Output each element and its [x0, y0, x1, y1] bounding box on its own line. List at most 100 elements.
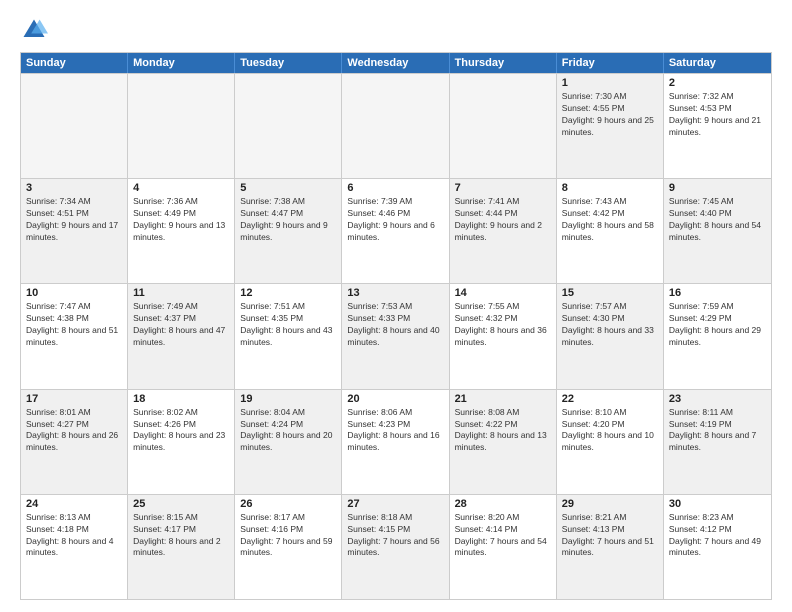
day-number: 29: [562, 498, 658, 510]
calendar-cell: 29 Sunrise: 8:21 AMSunset: 4:13 PMDayligh…: [557, 495, 664, 599]
day-number: 20: [347, 393, 443, 405]
day-number: 16: [669, 287, 766, 299]
day-info: Sunrise: 7:38 AMSunset: 4:47 PMDaylight:…: [240, 196, 336, 244]
calendar-cell: [21, 74, 128, 178]
calendar-cell: 2 Sunrise: 7:32 AMSunset: 4:53 PMDaylight…: [664, 74, 771, 178]
header-day-thursday: Thursday: [450, 53, 557, 73]
calendar-cell: 5 Sunrise: 7:38 AMSunset: 4:47 PMDaylight…: [235, 179, 342, 283]
day-info: Sunrise: 8:01 AMSunset: 4:27 PMDaylight:…: [26, 407, 122, 455]
day-info: Sunrise: 7:34 AMSunset: 4:51 PMDaylight:…: [26, 196, 122, 244]
calendar-cell: 19 Sunrise: 8:04 AMSunset: 4:24 PMDayligh…: [235, 390, 342, 494]
day-info: Sunrise: 7:45 AMSunset: 4:40 PMDaylight:…: [669, 196, 766, 244]
calendar-cell: 13 Sunrise: 7:53 AMSunset: 4:33 PMDayligh…: [342, 284, 449, 388]
day-number: 21: [455, 393, 551, 405]
day-info: Sunrise: 7:41 AMSunset: 4:44 PMDaylight:…: [455, 196, 551, 244]
calendar-cell: 4Sunrise: 7:36 AMSunset: 4:49 PMDaylight…: [128, 179, 235, 283]
day-number: 2: [669, 77, 766, 89]
calendar-cell: 28 Sunrise: 8:20 AMSunset: 4:14 PMDayligh…: [450, 495, 557, 599]
header-day-sunday: Sunday: [21, 53, 128, 73]
header-day-tuesday: Tuesday: [235, 53, 342, 73]
calendar-cell: 9 Sunrise: 7:45 AMSunset: 4:40 PMDaylight…: [664, 179, 771, 283]
calendar-row-4: 24 Sunrise: 8:13 AMSunset: 4:18 PMDayligh…: [21, 494, 771, 599]
calendar-row-1: 3 Sunrise: 7:34 AMSunset: 4:51 PMDaylight…: [21, 178, 771, 283]
calendar-cell: 8 Sunrise: 7:43 AMSunset: 4:42 PMDaylight…: [557, 179, 664, 283]
header-day-saturday: Saturday: [664, 53, 771, 73]
day-info: Sunrise: 8:06 AMSunset: 4:23 PMDaylight:…: [347, 407, 443, 455]
day-number: 25: [133, 498, 229, 510]
logo-icon: [20, 16, 48, 44]
day-info: Sunrise: 8:20 AMSunset: 4:14 PMDaylight:…: [455, 512, 551, 560]
day-number: 10: [26, 287, 122, 299]
calendar-cell: 27 Sunrise: 8:18 AMSunset: 4:15 PMDayligh…: [342, 495, 449, 599]
calendar-body: 1 Sunrise: 7:30 AMSunset: 4:55 PMDaylight…: [21, 73, 771, 599]
day-number: 24: [26, 498, 122, 510]
calendar-cell: 23 Sunrise: 8:11 AMSunset: 4:19 PMDayligh…: [664, 390, 771, 494]
calendar-cell: 22Sunrise: 8:10 AMSunset: 4:20 PMDayligh…: [557, 390, 664, 494]
calendar-cell: [342, 74, 449, 178]
header-day-monday: Monday: [128, 53, 235, 73]
calendar-row-3: 17 Sunrise: 8:01 AMSunset: 4:27 PMDayligh…: [21, 389, 771, 494]
calendar-cell: 26 Sunrise: 8:17 AMSunset: 4:16 PMDayligh…: [235, 495, 342, 599]
day-info: Sunrise: 8:17 AMSunset: 4:16 PMDaylight:…: [240, 512, 336, 560]
calendar-cell: 16 Sunrise: 7:59 AMSunset: 4:29 PMDayligh…: [664, 284, 771, 388]
calendar-cell: 1 Sunrise: 7:30 AMSunset: 4:55 PMDaylight…: [557, 74, 664, 178]
calendar-cell: 15Sunrise: 7:57 AMSunset: 4:30 PMDayligh…: [557, 284, 664, 388]
header-day-wednesday: Wednesday: [342, 53, 449, 73]
calendar-cell: 18 Sunrise: 8:02 AMSunset: 4:26 PMDayligh…: [128, 390, 235, 494]
day-number: 8: [562, 182, 658, 194]
day-number: 1: [562, 77, 658, 89]
day-info: Sunrise: 7:30 AMSunset: 4:55 PMDaylight:…: [562, 91, 658, 139]
day-info: Sunrise: 7:53 AMSunset: 4:33 PMDaylight:…: [347, 301, 443, 349]
day-number: 26: [240, 498, 336, 510]
day-number: 9: [669, 182, 766, 194]
page: SundayMondayTuesdayWednesdayThursdayFrid…: [0, 0, 792, 612]
day-number: 5: [240, 182, 336, 194]
day-number: 28: [455, 498, 551, 510]
day-info: Sunrise: 7:32 AMSunset: 4:53 PMDaylight:…: [669, 91, 766, 139]
calendar-cell: 12Sunrise: 7:51 AMSunset: 4:35 PMDayligh…: [235, 284, 342, 388]
day-info: Sunrise: 7:47 AMSunset: 4:38 PMDaylight:…: [26, 301, 122, 349]
day-info: Sunrise: 8:11 AMSunset: 4:19 PMDaylight:…: [669, 407, 766, 455]
day-number: 22: [562, 393, 658, 405]
day-info: Sunrise: 7:59 AMSunset: 4:29 PMDaylight:…: [669, 301, 766, 349]
calendar-cell: 17 Sunrise: 8:01 AMSunset: 4:27 PMDayligh…: [21, 390, 128, 494]
day-info: Sunrise: 8:02 AMSunset: 4:26 PMDaylight:…: [133, 407, 229, 455]
calendar-cell: [128, 74, 235, 178]
day-info: Sunrise: 7:51 AMSunset: 4:35 PMDaylight:…: [240, 301, 336, 349]
calendar-row-2: 10 Sunrise: 7:47 AMSunset: 4:38 PMDayligh…: [21, 283, 771, 388]
day-info: Sunrise: 8:23 AMSunset: 4:12 PMDaylight:…: [669, 512, 766, 560]
day-info: Sunrise: 8:21 AMSunset: 4:13 PMDaylight:…: [562, 512, 658, 560]
calendar-cell: 25Sunrise: 8:15 AMSunset: 4:17 PMDayligh…: [128, 495, 235, 599]
day-number: 13: [347, 287, 443, 299]
day-number: 14: [455, 287, 551, 299]
day-number: 17: [26, 393, 122, 405]
calendar-cell: 7Sunrise: 7:41 AMSunset: 4:44 PMDaylight…: [450, 179, 557, 283]
calendar-header: SundayMondayTuesdayWednesdayThursdayFrid…: [21, 53, 771, 73]
calendar-cell: [235, 74, 342, 178]
day-info: Sunrise: 8:08 AMSunset: 4:22 PMDaylight:…: [455, 407, 551, 455]
calendar-cell: 11Sunrise: 7:49 AMSunset: 4:37 PMDayligh…: [128, 284, 235, 388]
calendar-cell: 21 Sunrise: 8:08 AMSunset: 4:22 PMDayligh…: [450, 390, 557, 494]
top-section: [20, 16, 772, 44]
header-day-friday: Friday: [557, 53, 664, 73]
calendar-cell: 3 Sunrise: 7:34 AMSunset: 4:51 PMDaylight…: [21, 179, 128, 283]
day-number: 6: [347, 182, 443, 194]
day-number: 30: [669, 498, 766, 510]
day-info: Sunrise: 7:55 AMSunset: 4:32 PMDaylight:…: [455, 301, 551, 349]
calendar-cell: 14 Sunrise: 7:55 AMSunset: 4:32 PMDayligh…: [450, 284, 557, 388]
day-number: 27: [347, 498, 443, 510]
calendar-cell: 20 Sunrise: 8:06 AMSunset: 4:23 PMDayligh…: [342, 390, 449, 494]
day-number: 4: [133, 182, 229, 194]
day-info: Sunrise: 7:43 AMSunset: 4:42 PMDaylight:…: [562, 196, 658, 244]
day-number: 18: [133, 393, 229, 405]
day-info: Sunrise: 8:13 AMSunset: 4:18 PMDaylight:…: [26, 512, 122, 560]
day-info: Sunrise: 7:39 AMSunset: 4:46 PMDaylight:…: [347, 196, 443, 244]
calendar-cell: 24 Sunrise: 8:13 AMSunset: 4:18 PMDayligh…: [21, 495, 128, 599]
day-number: 3: [26, 182, 122, 194]
day-number: 15: [562, 287, 658, 299]
logo: [20, 16, 52, 44]
day-number: 23: [669, 393, 766, 405]
day-number: 19: [240, 393, 336, 405]
day-info: Sunrise: 8:04 AMSunset: 4:24 PMDaylight:…: [240, 407, 336, 455]
day-info: Sunrise: 8:18 AMSunset: 4:15 PMDaylight:…: [347, 512, 443, 560]
